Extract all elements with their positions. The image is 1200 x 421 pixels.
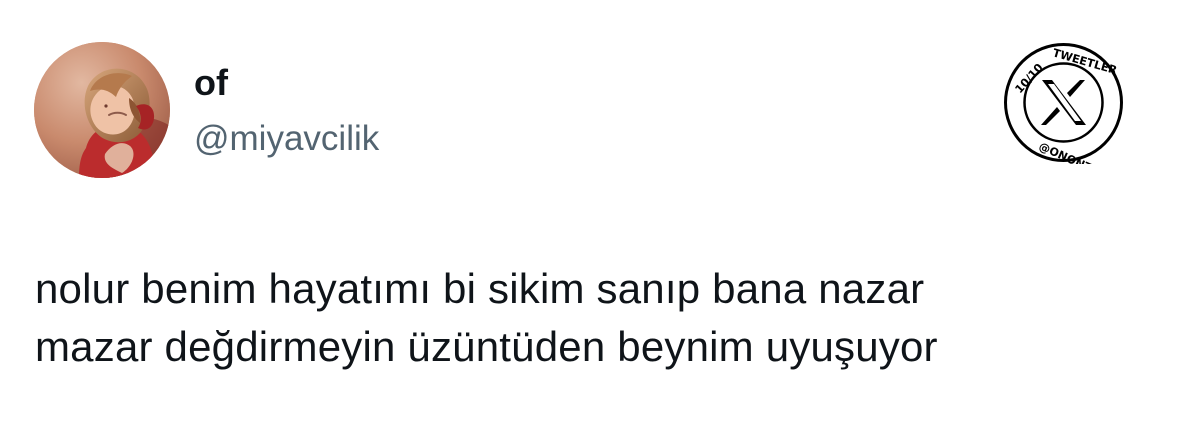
x-logo-icon: 10/10 TWEETLER @ONONTWEETLER <box>1004 43 1125 164</box>
user-handle[interactable]: @miyavcilik <box>194 119 379 159</box>
display-name[interactable]: of <box>194 63 228 103</box>
tweet-card: of @miyavcilik 10/10 TWEETLER @ONONTWEET… <box>0 0 1200 421</box>
avatar[interactable] <box>34 42 170 178</box>
tweet-text-line: nolur benim hayatımı bi sikim sanıp bana… <box>35 265 925 312</box>
watermark-badge: 10/10 TWEETLER @ONONTWEETLER <box>1002 41 1125 164</box>
tweet-text-line: mazar değdirmeyin üzüntüden beynim uyuşu… <box>35 323 938 370</box>
profile-photo-icon <box>34 42 170 178</box>
tweet-text: nolur benim hayatımı bi sikim sanıp bana… <box>35 260 1155 376</box>
